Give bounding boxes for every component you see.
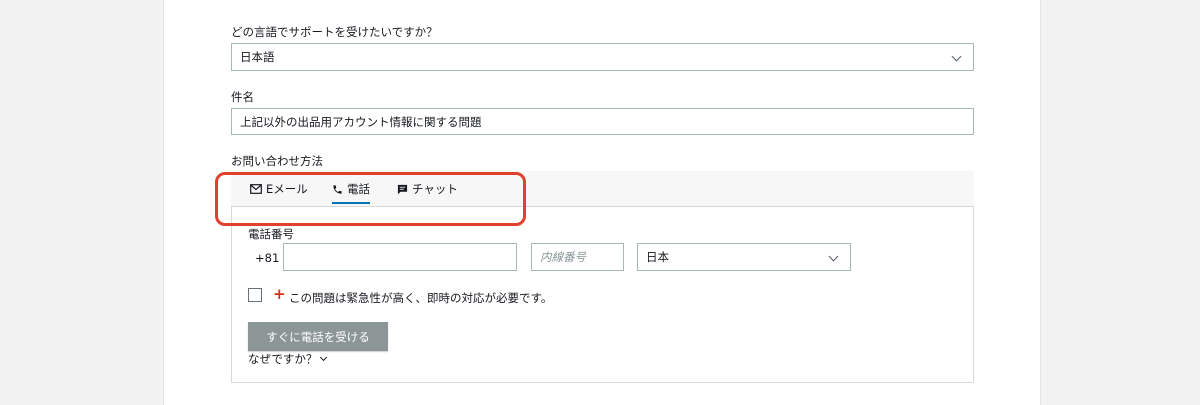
urgent-label: この問題は緊急性が高く、即時の対応が必要です。	[289, 291, 553, 305]
tab-email[interactable]: Eメール	[250, 171, 308, 207]
call-now-button[interactable]: すぐに電話を受ける	[248, 322, 388, 351]
phone-icon	[333, 184, 342, 194]
phone-number-input[interactable]	[283, 243, 517, 271]
tab-chat-label: チャット	[412, 182, 458, 196]
chevron-down-icon	[951, 51, 962, 62]
why-link[interactable]: なぜですか？	[248, 351, 328, 367]
extension-input[interactable]: 内線番号	[531, 243, 624, 271]
mail-icon	[250, 184, 262, 194]
contact-method-label: お問い合わせ方法	[231, 154, 323, 168]
tab-phone-label: 電話	[347, 182, 370, 196]
extension-placeholder: 内線番号	[540, 250, 586, 264]
urgent-plus: +	[273, 285, 286, 303]
country-code: +81	[255, 251, 280, 265]
country-select[interactable]: 日本	[637, 243, 851, 271]
chat-icon	[397, 184, 408, 194]
tab-email-label: Eメール	[266, 182, 308, 196]
chevron-down-icon	[320, 353, 328, 362]
subject-input[interactable]: 上記以外の出品用アカウント情報に関する問題	[231, 108, 974, 135]
subject-label: 件名	[231, 90, 254, 104]
why-link-text: なぜですか？	[248, 352, 318, 366]
country-select-value: 日本	[646, 250, 669, 264]
language-question-label: どの言語でサポートを受けたいですか？	[231, 25, 438, 39]
tab-chat[interactable]: チャット	[397, 171, 458, 207]
tab-phone[interactable]: 電話	[332, 171, 370, 207]
language-select[interactable]: 日本語	[231, 43, 974, 71]
urgent-checkbox[interactable]	[248, 288, 262, 302]
contact-method-tabs: Eメール 電話 チャット	[231, 171, 974, 207]
chevron-down-icon	[828, 251, 839, 262]
phone-number-label: 電話番号	[248, 227, 294, 241]
language-select-value: 日本語	[240, 50, 275, 64]
subject-input-value: 上記以外の出品用アカウント情報に関する問題	[240, 114, 482, 129]
